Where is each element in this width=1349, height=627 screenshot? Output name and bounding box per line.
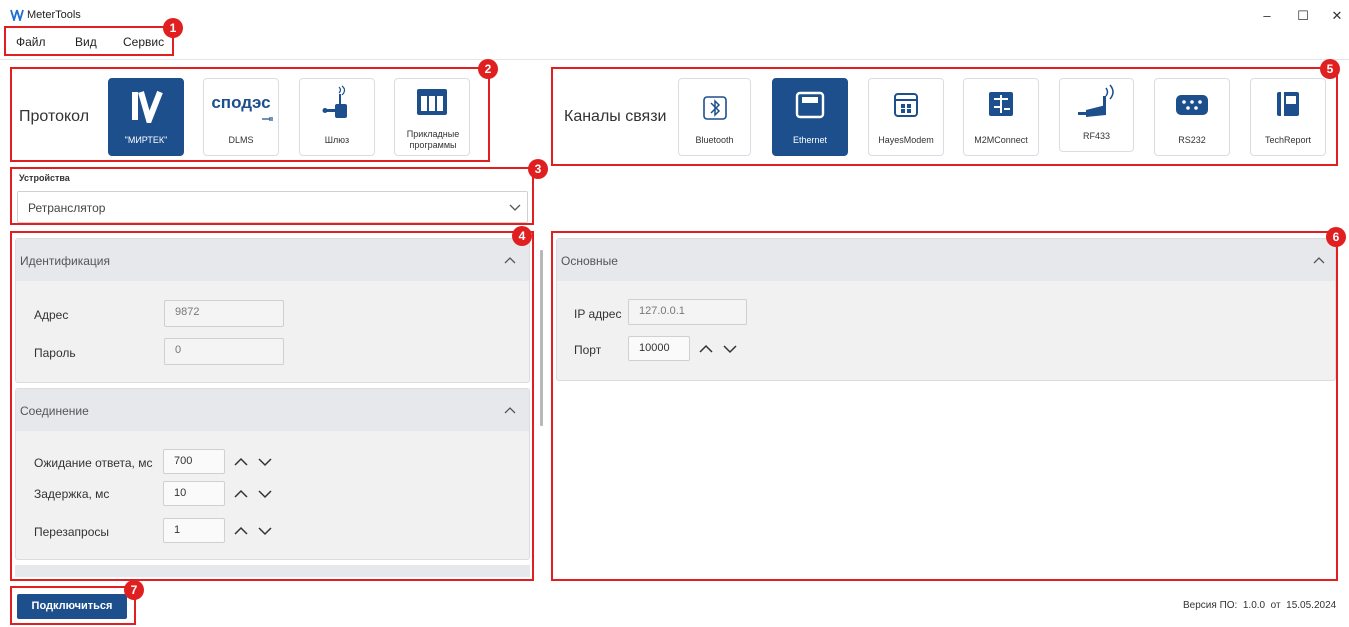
annotation-box-6 [551,231,1338,581]
maximize-button[interactable]: ☐ [1288,5,1318,27]
annotation-box-2 [10,67,490,162]
annotation-box-3 [10,167,534,225]
annotation-box-5 [551,67,1338,166]
annotation-badge-7: 7 [124,580,144,600]
window-title: MeterTools [27,9,81,21]
close-button[interactable]: ✕ [1322,5,1349,27]
title-bar: MeterTools – ☐ ✕ [0,0,1349,30]
annotation-badge-2: 2 [478,59,498,79]
annotation-badge-6: 6 [1326,227,1346,247]
annotation-box-4 [10,231,534,581]
annotation-badge-1: 1 [163,18,183,38]
minimize-button[interactable]: – [1252,5,1282,27]
annotation-box-7 [10,586,136,625]
version-text: Версия ПО: 1.0.0 от 15.05.2024 [1183,600,1337,611]
left-scrollbar[interactable] [540,250,543,426]
app-logo-icon [10,9,24,21]
annotation-badge-3: 3 [528,159,548,179]
separator [0,59,1349,60]
annotation-box-1 [4,26,174,56]
annotation-badge-4: 4 [512,226,532,246]
annotation-badge-5: 5 [1320,59,1340,79]
